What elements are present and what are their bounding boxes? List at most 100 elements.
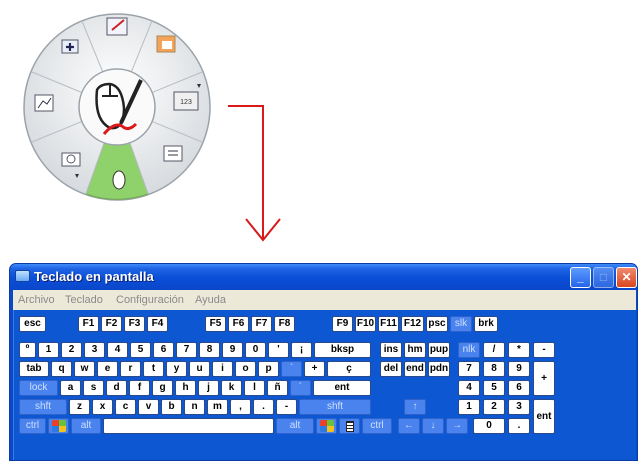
key-1[interactable]: 1 — [38, 342, 59, 358]
key-r[interactable]: r — [120, 361, 141, 377]
key-arrow-right[interactable]: → — [446, 418, 468, 434]
key-y[interactable]: y — [166, 361, 187, 377]
key-tab[interactable]: tab — [19, 361, 49, 377]
key-f1[interactable]: F1 — [78, 316, 99, 332]
key-f[interactable]: f — [129, 380, 150, 396]
key-end[interactable]: end — [404, 361, 426, 377]
key-f5[interactable]: F5 — [205, 316, 226, 332]
key-6[interactable]: 6 — [153, 342, 174, 358]
key-del[interactable]: del — [380, 361, 402, 377]
title-bar[interactable]: Teclado en pantalla _ □ ✕ — [10, 264, 637, 290]
key-numpad-3[interactable]: 3 — [508, 399, 530, 415]
key-t[interactable]: t — [143, 361, 164, 377]
key-o[interactable]: o — [235, 361, 256, 377]
key-left-shift[interactable]: shft — [19, 399, 67, 415]
key-f4[interactable]: F4 — [147, 316, 168, 332]
key-minus[interactable]: - — [276, 399, 297, 415]
key-numpad-decimal[interactable]: . — [508, 418, 530, 434]
key-f3[interactable]: F3 — [124, 316, 145, 332]
key-m[interactable]: m — [207, 399, 228, 415]
key-numpad-multiply[interactable]: * — [508, 342, 530, 358]
key-left-windows[interactable] — [48, 418, 69, 434]
key-x[interactable]: x — [92, 399, 113, 415]
key-ordinal[interactable]: º — [19, 342, 36, 358]
key-arrow-down[interactable]: ↓ — [422, 418, 444, 434]
key-e[interactable]: e — [97, 361, 118, 377]
key-arrow-up[interactable]: ↑ — [404, 399, 426, 415]
key-left-ctrl[interactable]: ctrl — [19, 418, 46, 434]
key-brk[interactable]: brk — [474, 316, 498, 332]
key-acute[interactable]: ´ — [290, 380, 311, 396]
menu-configuracion[interactable]: Configuración — [116, 294, 184, 306]
key-3[interactable]: 3 — [84, 342, 105, 358]
key-numpad-8[interactable]: 8 — [483, 361, 505, 377]
key-s[interactable]: s — [83, 380, 104, 396]
key-n[interactable]: n — [184, 399, 205, 415]
minimize-button[interactable]: _ — [570, 267, 591, 288]
drawing-icon[interactable] — [106, 17, 128, 36]
key-d[interactable]: d — [106, 380, 127, 396]
key-v[interactable]: v — [138, 399, 159, 415]
key-9[interactable]: 9 — [222, 342, 243, 358]
key-numpad-minus[interactable]: - — [533, 342, 555, 358]
key-apostrophe[interactable]: ' — [268, 342, 289, 358]
key-c-cedilla[interactable]: ç — [327, 361, 371, 377]
key-i[interactable]: i — [212, 361, 233, 377]
key-numpad-5[interactable]: 5 — [483, 380, 505, 396]
key-7[interactable]: 7 — [176, 342, 197, 358]
key-u[interactable]: u — [189, 361, 210, 377]
key-left-alt[interactable]: alt — [71, 418, 101, 434]
key-esc[interactable]: esc — [19, 316, 46, 332]
key-8[interactable]: 8 — [199, 342, 220, 358]
key-inverted-exclamation[interactable]: ¡ — [291, 342, 312, 358]
key-f7[interactable]: F7 — [251, 316, 272, 332]
key-arrow-left[interactable]: ← — [398, 418, 420, 434]
key-numpad-0[interactable]: 0 — [473, 418, 505, 434]
key-enter[interactable]: ent — [313, 380, 371, 396]
key-pup[interactable]: pup — [428, 342, 450, 358]
key-psc[interactable]: psc — [426, 316, 448, 332]
key-numpad-enter[interactable]: ent — [533, 399, 555, 434]
key-ins[interactable]: ins — [380, 342, 402, 358]
key-f11[interactable]: F11 — [378, 316, 399, 332]
key-n-tilde[interactable]: ñ — [267, 380, 288, 396]
key-numpad-6[interactable]: 6 — [508, 380, 530, 396]
chart-icon[interactable] — [34, 94, 54, 112]
key-2[interactable]: 2 — [61, 342, 82, 358]
key-right-shift[interactable]: shft — [299, 399, 371, 415]
key-numpad-divide[interactable]: / — [483, 342, 505, 358]
key-l[interactable]: l — [244, 380, 265, 396]
key-5[interactable]: 5 — [130, 342, 151, 358]
key-numpad-4[interactable]: 4 — [458, 380, 480, 396]
key-w[interactable]: w — [74, 361, 95, 377]
menu-teclado[interactable]: Teclado — [65, 294, 103, 306]
mouse-icon[interactable] — [112, 170, 126, 190]
key-numpad-1[interactable]: 1 — [458, 399, 480, 415]
key-bksp[interactable]: bksp — [314, 342, 371, 358]
key-k[interactable]: k — [221, 380, 242, 396]
key-numpad-7[interactable]: 7 — [458, 361, 480, 377]
key-f6[interactable]: F6 — [228, 316, 249, 332]
key-numpad-plus[interactable]: + — [533, 361, 555, 396]
key-right-windows[interactable] — [316, 418, 337, 434]
key-grave[interactable]: ` — [281, 361, 302, 377]
key-menu[interactable] — [339, 418, 360, 434]
plus-icon[interactable]: ✚ — [61, 39, 79, 54]
key-slk[interactable]: slk — [450, 316, 472, 332]
key-f2[interactable]: F2 — [101, 316, 122, 332]
key-plus[interactable]: + — [304, 361, 325, 377]
key-4[interactable]: 4 — [107, 342, 128, 358]
menu-ayuda[interactable]: Ayuda — [195, 294, 226, 306]
key-numpad-9[interactable]: 9 — [508, 361, 530, 377]
key-b[interactable]: b — [161, 399, 182, 415]
key-q[interactable]: q — [51, 361, 72, 377]
key-a[interactable]: a — [60, 380, 81, 396]
key-f8[interactable]: F8 — [274, 316, 295, 332]
key-period[interactable]: . — [253, 399, 274, 415]
key-h[interactable]: h — [175, 380, 196, 396]
key-g[interactable]: g — [152, 380, 173, 396]
slides-icon[interactable] — [156, 35, 176, 53]
list-icon[interactable] — [163, 145, 183, 162]
key-space[interactable] — [103, 418, 274, 434]
key-f10[interactable]: F10 — [355, 316, 376, 332]
